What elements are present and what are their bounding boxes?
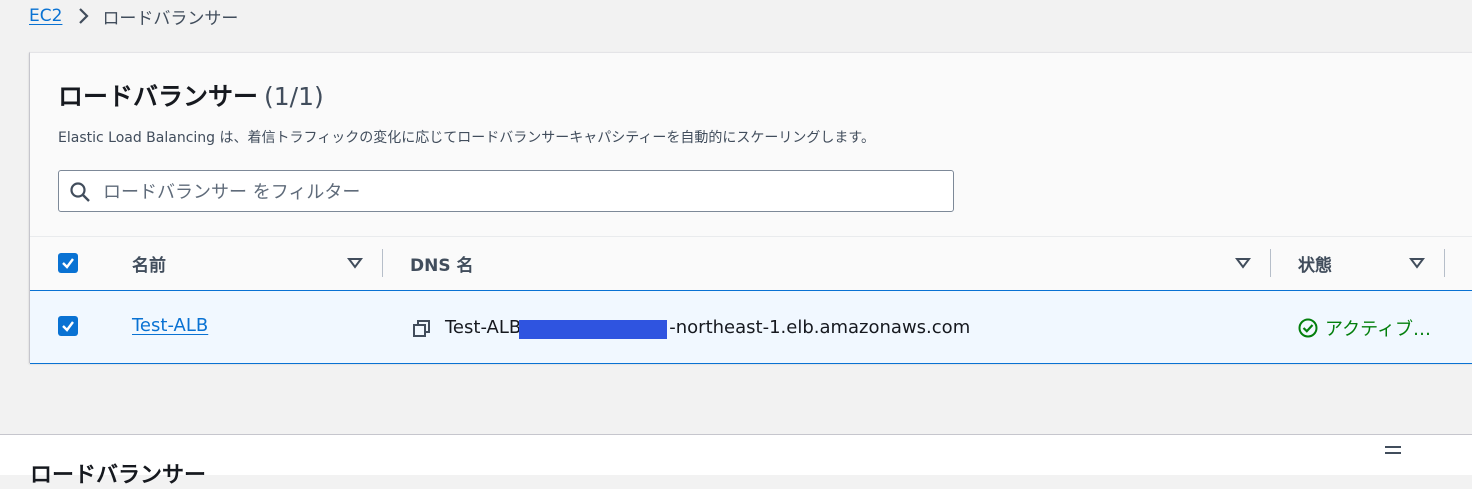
status-text: アクティブ… — [1325, 319, 1432, 340]
load-balancer-name-link[interactable]: Test-ALB — [132, 315, 208, 336]
table-row[interactable]: Test-ALB Test-ALB -northeast-1.elb.amazon… — [30, 290, 1472, 364]
column-header-name[interactable]: 名前 — [132, 237, 166, 290]
column-header-status[interactable]: 状態 — [1298, 237, 1332, 290]
sort-caret-icon[interactable] — [346, 254, 364, 272]
dns-name-prefix: Test-ALB — [445, 317, 522, 338]
panel-count: (1/1) — [264, 82, 324, 111]
column-header-dns[interactable]: DNS 名 — [410, 237, 474, 290]
details-split-panel: ロードバランサー — [0, 434, 1472, 488]
select-all-checkbox[interactable] — [58, 253, 78, 273]
search-icon — [69, 181, 91, 203]
sort-caret-icon[interactable] — [1234, 254, 1252, 272]
drag-handle-icon[interactable] — [1384, 441, 1402, 454]
page-title: ロードバランサー (1/1) — [58, 77, 324, 113]
row-select-checkbox[interactable] — [58, 316, 78, 336]
checkbox-checked-icon — [62, 321, 74, 332]
status-badge: アクティブ… — [1298, 315, 1431, 341]
panel-title-text: ロードバランサー — [58, 82, 259, 111]
column-resizer[interactable] — [1444, 249, 1445, 277]
table-header: 名前 DNS 名 状態 — [30, 236, 1472, 290]
sort-caret-icon[interactable] — [1408, 254, 1426, 272]
copy-icon[interactable] — [412, 319, 432, 339]
redaction-bar — [519, 320, 667, 339]
filter-search-input[interactable] — [101, 171, 945, 213]
load-balancers-panel: ロードバランサー (1/1) Elastic Load Balancing は、着… — [29, 52, 1472, 364]
panel-description: Elastic Load Balancing は、着信トラフィックの変化に応じて… — [58, 130, 875, 146]
status-success-icon — [1298, 318, 1318, 338]
breadcrumb-current: ロードバランサー — [102, 8, 239, 29]
checkbox-checked-icon — [62, 258, 74, 269]
column-resizer[interactable] — [382, 249, 383, 277]
chevron-right-icon — [72, 5, 94, 27]
dns-name-suffix: -northeast-1.elb.amazonaws.com — [669, 317, 971, 338]
column-resizer[interactable] — [1270, 249, 1271, 277]
split-panel-title: ロードバランサー — [30, 463, 207, 488]
breadcrumb: EC2 ロードバランサー — [29, 4, 239, 29]
breadcrumb-ec2-link[interactable]: EC2 — [29, 6, 62, 26]
filter-search-box — [58, 170, 954, 213]
